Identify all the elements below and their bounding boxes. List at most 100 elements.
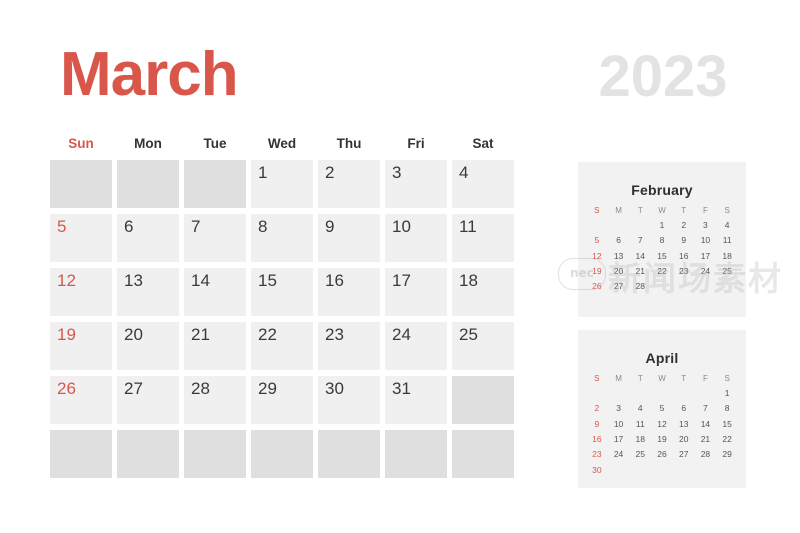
mini-day[interactable]: 8 [716, 402, 738, 414]
mini-day[interactable]: 2 [673, 219, 695, 231]
day-cell[interactable]: 16 [318, 268, 380, 316]
mini-day[interactable]: 13 [673, 418, 695, 430]
day-cell-empty [50, 160, 112, 208]
mini-day[interactable]: 6 [673, 402, 695, 414]
mini-day[interactable]: 14 [695, 418, 717, 430]
mini-day[interactable]: 29 [716, 448, 738, 460]
mini-day[interactable]: 9 [586, 418, 608, 430]
mini-day[interactable]: 17 [608, 433, 630, 445]
day-cell[interactable]: 1 [251, 160, 313, 208]
mini-day[interactable]: 6 [608, 234, 630, 246]
day-cell[interactable]: 11 [452, 214, 514, 262]
day-cell[interactable]: 22 [251, 322, 313, 370]
day-cell[interactable]: 10 [385, 214, 447, 262]
mini-day[interactable]: 8 [651, 234, 673, 246]
day-cell[interactable]: 25 [452, 322, 514, 370]
mini-day-blank [673, 464, 695, 476]
mini-day[interactable]: 18 [716, 250, 738, 262]
mini-day[interactable]: 12 [586, 250, 608, 262]
mini-day[interactable]: 24 [695, 265, 717, 277]
mini-day[interactable]: 19 [651, 433, 673, 445]
mini-day[interactable]: 3 [695, 219, 717, 231]
day-cell[interactable]: 20 [117, 322, 179, 370]
day-cell[interactable]: 28 [184, 376, 246, 424]
mini-weekday-header: SMTWTFS [578, 368, 746, 383]
day-cell[interactable]: 6 [117, 214, 179, 262]
mini-day[interactable]: 7 [629, 234, 651, 246]
mini-day[interactable]: 16 [586, 433, 608, 445]
mini-day-grid: 1 2 3 4 5 6 7 8 9 10 11 12 13 14 15 16 17 18 19 20 21 22 23 24 2… [578, 215, 746, 293]
day-cell[interactable]: 9 [318, 214, 380, 262]
day-cell-empty [452, 376, 514, 424]
day-cell[interactable]: 31 [385, 376, 447, 424]
mini-day[interactable]: 11 [716, 234, 738, 246]
mini-day[interactable]: 1 [716, 387, 738, 399]
mini-day[interactable]: 22 [651, 265, 673, 277]
mini-day[interactable]: 1 [651, 219, 673, 231]
mini-day[interactable]: 23 [586, 448, 608, 460]
mini-day[interactable]: 15 [651, 250, 673, 262]
mini-day[interactable]: 28 [629, 280, 651, 292]
day-cell[interactable]: 5 [50, 214, 112, 262]
mini-day[interactable]: 30 [586, 464, 608, 476]
mini-day[interactable]: 28 [695, 448, 717, 460]
mini-day[interactable]: 9 [673, 234, 695, 246]
mini-day[interactable]: 11 [629, 418, 651, 430]
day-cell[interactable]: 21 [184, 322, 246, 370]
mini-day[interactable]: 4 [629, 402, 651, 414]
mini-day[interactable]: 21 [695, 433, 717, 445]
mini-day[interactable]: 23 [673, 265, 695, 277]
day-cell[interactable]: 26 [50, 376, 112, 424]
mini-day[interactable]: 18 [629, 433, 651, 445]
mini-day[interactable]: 5 [586, 234, 608, 246]
mini-day[interactable]: 25 [716, 265, 738, 277]
mini-day[interactable]: 13 [608, 250, 630, 262]
mini-day[interactable]: 4 [716, 219, 738, 231]
day-cell[interactable]: 29 [251, 376, 313, 424]
mini-day[interactable]: 2 [586, 402, 608, 414]
mini-day-blank [629, 219, 651, 231]
day-cell[interactable]: 15 [251, 268, 313, 316]
mini-day[interactable]: 27 [608, 280, 630, 292]
mini-day[interactable]: 22 [716, 433, 738, 445]
mini-day[interactable]: 10 [608, 418, 630, 430]
day-cell[interactable]: 27 [117, 376, 179, 424]
calendar-page: March 2023 Sun Mon Tue Wed Thu Fri Sat 1234567… [0, 0, 800, 533]
day-cell[interactable]: 23 [318, 322, 380, 370]
day-cell[interactable]: 14 [184, 268, 246, 316]
mini-day[interactable]: 14 [629, 250, 651, 262]
mini-day[interactable]: 27 [673, 448, 695, 460]
mini-day[interactable]: 26 [651, 448, 673, 460]
mini-day[interactable]: 7 [695, 402, 717, 414]
mini-day[interactable]: 12 [651, 418, 673, 430]
mini-day[interactable]: 20 [608, 265, 630, 277]
mini-day[interactable]: 25 [629, 448, 651, 460]
mini-day[interactable]: 15 [716, 418, 738, 430]
mini-day[interactable]: 3 [608, 402, 630, 414]
mini-day[interactable]: 17 [695, 250, 717, 262]
day-cell[interactable]: 2 [318, 160, 380, 208]
day-cell[interactable]: 24 [385, 322, 447, 370]
day-cell[interactable]: 17 [385, 268, 447, 316]
mini-day[interactable]: 20 [673, 433, 695, 445]
mini-day[interactable]: 19 [586, 265, 608, 277]
mini-day[interactable]: 24 [608, 448, 630, 460]
mini-day-blank [695, 464, 717, 476]
day-cell[interactable]: 7 [184, 214, 246, 262]
day-cell[interactable]: 12 [50, 268, 112, 316]
day-cell[interactable]: 4 [452, 160, 514, 208]
day-cell[interactable]: 18 [452, 268, 514, 316]
mini-day[interactable]: 26 [586, 280, 608, 292]
mini-weekday: S [594, 374, 600, 383]
mini-day[interactable]: 16 [673, 250, 695, 262]
day-cell[interactable]: 3 [385, 160, 447, 208]
mini-day[interactable]: 5 [651, 402, 673, 414]
mini-day[interactable]: 10 [695, 234, 717, 246]
day-cell[interactable]: 13 [117, 268, 179, 316]
day-cell[interactable]: 8 [251, 214, 313, 262]
mini-day-grid: 1 2 3 4 5 6 7 8 9 10 11 12 13 14 15 16 17 18 19 20 21 22 23 24 2… [578, 383, 746, 476]
mini-day[interactable]: 21 [629, 265, 651, 277]
day-cell[interactable]: 30 [318, 376, 380, 424]
day-cell[interactable]: 19 [50, 322, 112, 370]
main-calendar: Sun Mon Tue Wed Thu Fri Sat 1 2 3 4 5 6 7 8 9 10 11 12 13 1… [50, 136, 520, 478]
